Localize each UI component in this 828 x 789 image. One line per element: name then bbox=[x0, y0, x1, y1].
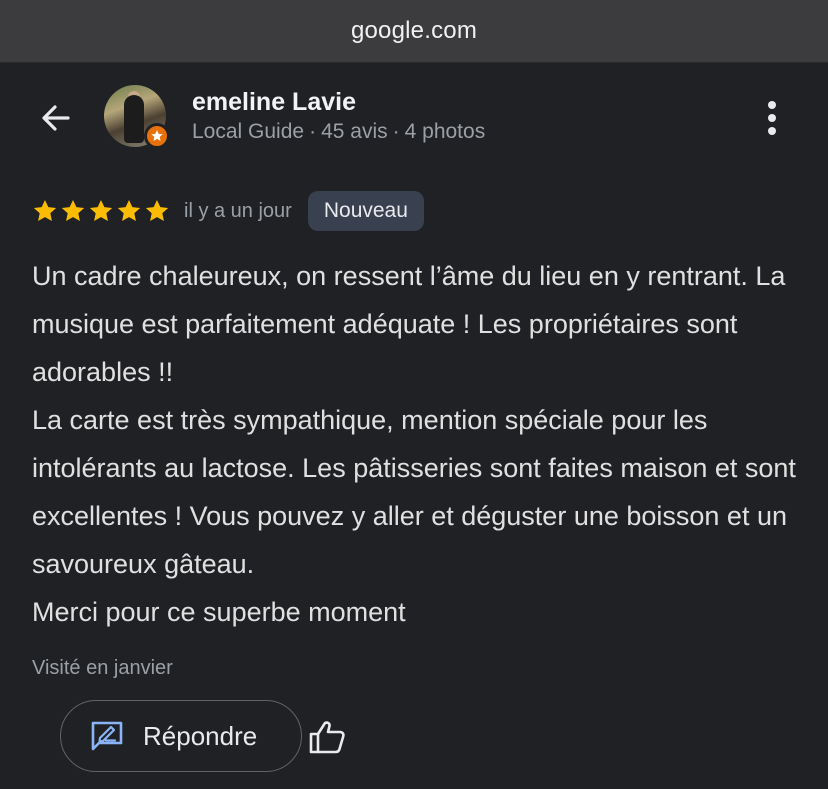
url-text: google.com bbox=[350, 17, 478, 44]
reply-label: Répondre bbox=[143, 720, 258, 751]
avatar[interactable] bbox=[104, 85, 170, 149]
review-paragraph: La carte est très sympathique, mention s… bbox=[32, 405, 796, 579]
photos-count: 4 photos bbox=[404, 120, 486, 143]
local-guide-star-icon bbox=[144, 123, 170, 149]
reviewer-meta: Local Guide · 45 avis · 4 photos bbox=[192, 120, 486, 143]
review-paragraph: Merci pour ce superbe moment bbox=[32, 597, 406, 627]
star-rating bbox=[32, 198, 170, 224]
star-icon bbox=[33, 199, 57, 221]
review-time: il y a un jour bbox=[184, 199, 292, 222]
more-options-button[interactable] bbox=[752, 96, 792, 140]
reviewer-name[interactable]: emeline Lavie bbox=[192, 88, 356, 117]
review-paragraph: Un cadre chaleureux, on ressent l’âme du… bbox=[32, 261, 786, 387]
reviews-count: 45 avis bbox=[321, 120, 388, 143]
thumbs-up-icon bbox=[309, 721, 345, 754]
rating-row: il y a un jour Nouveau bbox=[32, 191, 424, 231]
reply-edit-icon bbox=[89, 718, 125, 754]
arrow-left-icon bbox=[42, 105, 70, 131]
star-icon bbox=[89, 199, 113, 221]
guide-label: Local Guide bbox=[192, 120, 305, 143]
star-icon bbox=[117, 199, 141, 221]
back-button[interactable] bbox=[36, 98, 76, 138]
visited-label: Visité en janvier bbox=[32, 657, 173, 679]
reply-button[interactable]: Répondre bbox=[60, 700, 302, 772]
star-icon bbox=[145, 199, 169, 221]
more-vert-icon bbox=[768, 101, 776, 135]
browser-url-bar[interactable]: google.com bbox=[0, 0, 828, 63]
star-icon bbox=[61, 199, 85, 221]
new-badge: Nouveau bbox=[307, 191, 424, 231]
like-button[interactable] bbox=[306, 716, 348, 758]
review-text: Un cadre chaleureux, on ressent l’âme du… bbox=[32, 252, 807, 636]
